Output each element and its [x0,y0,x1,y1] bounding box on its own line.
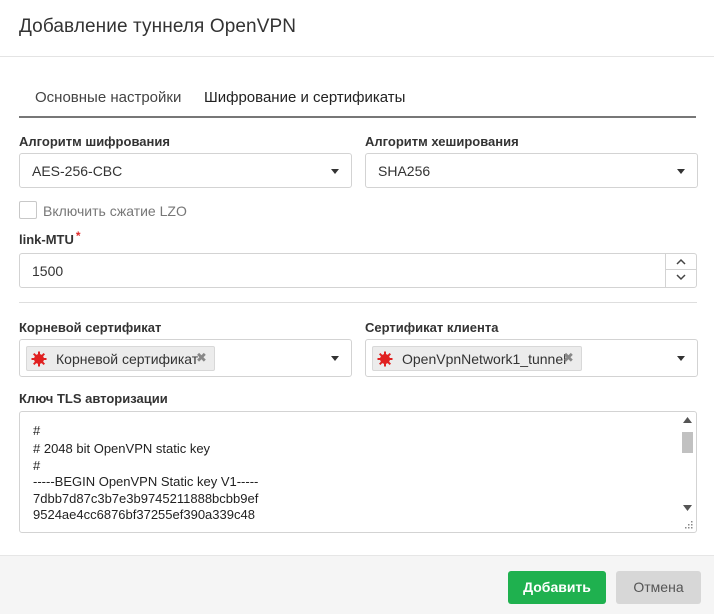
scrollbar-thumb[interactable] [682,432,693,453]
tls-key-line: # 2048 bit OpenVPN static key [33,441,211,456]
cipher-value: AES-256-CBC [32,163,123,179]
resize-handle-icon[interactable] [685,521,693,529]
dialog-footer: Добавить Отмена [0,555,714,614]
link-mtu-value: 1500 [32,263,64,279]
add-button[interactable]: Добавить [508,571,606,604]
hash-value: SHA256 [378,163,431,179]
tls-key-line: 9524ae4cc6876bf37255ef390a339c48 [33,507,255,522]
remove-tag-icon[interactable]: ✖ [196,350,207,366]
certificate-icon [31,351,47,367]
cipher-select[interactable]: AES-256-CBC [19,153,352,188]
link-mtu-label: link-MTU * [19,229,81,247]
certificate-icon [377,351,393,367]
hash-select[interactable]: SHA256 [365,153,698,188]
chevron-down-icon [677,169,685,174]
lzo-checkbox[interactable] [19,201,37,219]
root-cert-select[interactable]: Корневой сертификат ✖ [19,339,352,377]
root-cert-tag-label: Корневой сертификат [56,351,199,367]
section-divider [19,302,697,303]
chevron-up-icon [676,258,686,265]
scroll-down-icon[interactable] [683,505,692,511]
tls-key-textarea[interactable]: # # 2048 bit OpenVPN static key # -----B… [19,411,697,533]
cipher-label: Алгоритм шифрования [19,134,170,149]
link-mtu-stepper [665,254,696,287]
client-cert-tag-label: OpenVpnNetwork1_tunnel [402,351,567,367]
tab-encryption-certificates[interactable]: Шифрование и сертификаты [189,80,415,116]
cancel-button[interactable]: Отмена [616,571,701,604]
required-marker: * [75,229,81,243]
lzo-checkbox-label[interactable]: Включить сжатие LZO [43,203,187,219]
client-cert-label: Сертификат клиента [365,320,499,335]
tls-key-line: # [33,423,41,438]
dialog-header: Добавление туннеля OpenVPN [0,0,714,57]
tab-basic-settings[interactable]: Основные настройки [19,80,189,116]
dialog-title: Добавление туннеля OpenVPN [19,16,297,37]
chevron-down-icon [676,274,686,281]
client-cert-select[interactable]: OpenVpnNetwork1_tunnel ✖ [365,339,698,377]
increment-button[interactable] [666,254,696,270]
remove-tag-icon[interactable]: ✖ [563,350,574,366]
link-mtu-input[interactable]: 1500 [19,253,697,288]
textarea-scrollbar[interactable] [679,413,695,516]
client-cert-tag: OpenVpnNetwork1_tunnel ✖ [372,346,582,371]
chevron-down-icon [677,356,685,361]
chevron-down-icon [331,169,339,174]
link-mtu-label-text: link-MTU [19,232,74,247]
root-cert-tag: Корневой сертификат ✖ [26,346,215,371]
tab-bar: Основные настройки Шифрование и сертифик… [19,80,696,118]
tls-key-line: -----BEGIN OpenVPN Static key V1----- [33,474,259,489]
decrement-button[interactable] [666,270,696,286]
root-cert-label: Корневой сертификат [19,320,162,335]
chevron-down-icon [331,356,339,361]
tls-key-line: # [33,458,41,473]
hash-label: Алгоритм хеширования [365,134,519,149]
scroll-up-icon[interactable] [683,417,692,423]
tls-key-label: Ключ TLS авторизации [19,391,168,406]
tls-key-line: 7dbb7d87c3b7e3b9745211888bcbb9ef [33,491,259,506]
